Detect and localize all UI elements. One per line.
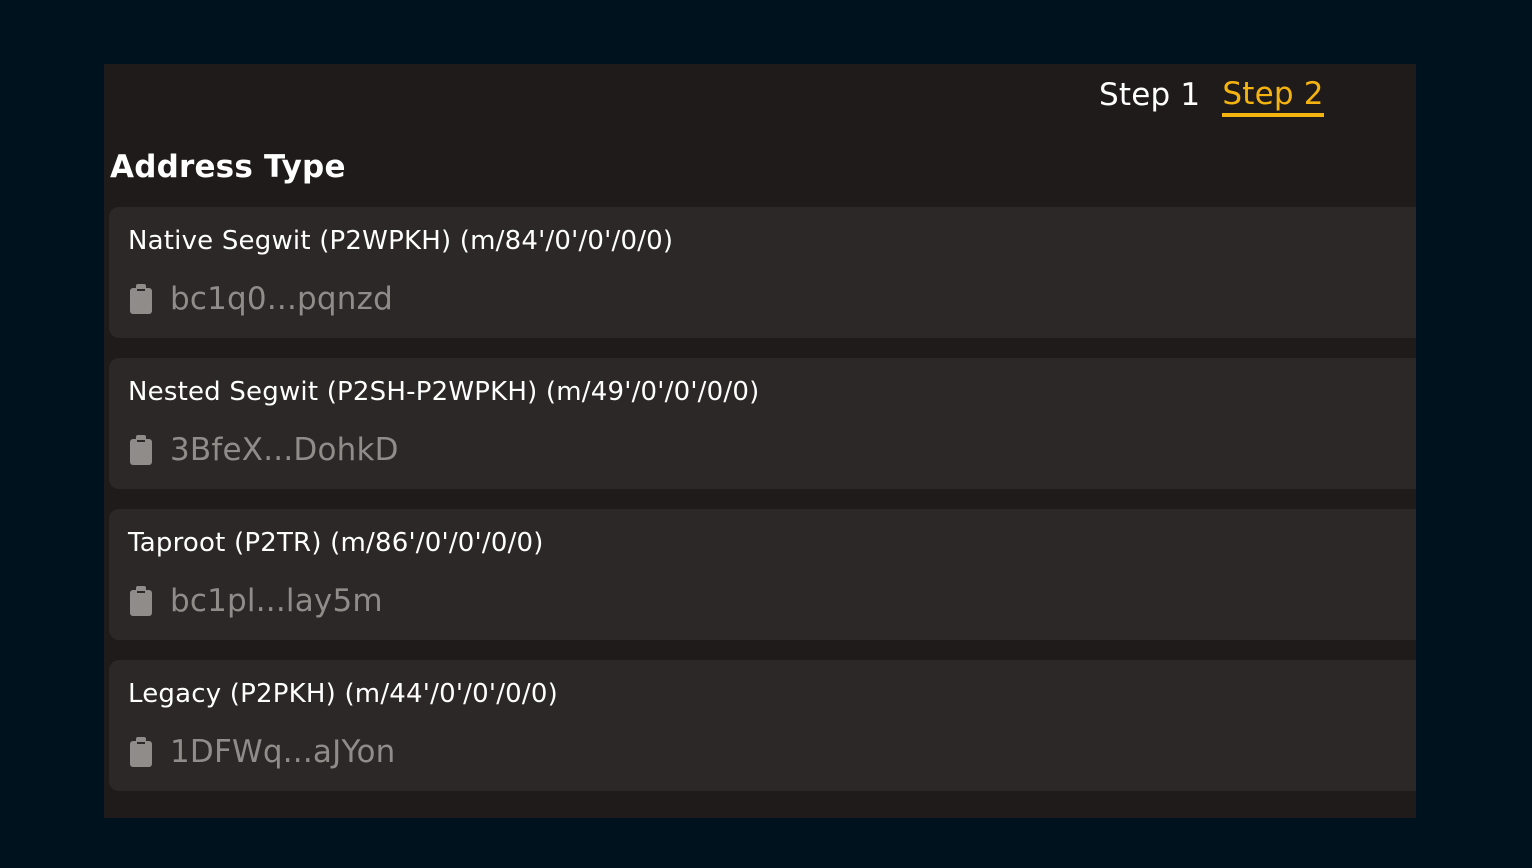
clipboard-icon[interactable]	[128, 585, 154, 617]
address-value: 3BfeX...DohkD	[170, 432, 399, 468]
clipboard-icon[interactable]	[128, 736, 154, 768]
step-tabs: Step 1 Step 2	[1099, 75, 1324, 117]
address-row: 1DFWq...aJYon	[128, 732, 396, 772]
address-type-card-legacy[interactable]: Legacy (P2PKH) (m/44'/0'/0'/0/0) 1DFWq..…	[109, 660, 1416, 791]
address-type-card-nested-segwit[interactable]: Nested Segwit (P2SH-P2WPKH) (m/49'/0'/0'…	[109, 358, 1416, 489]
address-type-card-native-segwit[interactable]: Native Segwit (P2WPKH) (m/84'/0'/0'/0/0)…	[109, 207, 1416, 338]
address-type-title: Legacy (P2PKH) (m/44'/0'/0'/0/0)	[128, 679, 558, 709]
tab-step-2[interactable]: Step 2	[1222, 75, 1324, 117]
address-type-title: Native Segwit (P2WPKH) (m/84'/0'/0'/0/0)	[128, 226, 674, 256]
address-row: bc1q0...pqnzd	[128, 279, 393, 319]
clipboard-icon[interactable]	[128, 434, 154, 466]
wallet-panel: Step 1 Step 2 Address Type Native Segwit…	[104, 64, 1416, 818]
clipboard-icon[interactable]	[128, 283, 154, 315]
address-row: bc1pl...lay5m	[128, 581, 383, 621]
section-title: Address Type	[110, 149, 346, 185]
address-type-title: Nested Segwit (P2SH-P2WPKH) (m/49'/0'/0'…	[128, 377, 760, 407]
address-value: bc1q0...pqnzd	[170, 281, 393, 317]
address-type-card-taproot[interactable]: Taproot (P2TR) (m/86'/0'/0'/0/0) bc1pl..…	[109, 509, 1416, 640]
address-value: bc1pl...lay5m	[170, 583, 383, 619]
tab-step-1[interactable]: Step 1	[1099, 75, 1200, 115]
address-type-list: Native Segwit (P2WPKH) (m/84'/0'/0'/0/0)…	[109, 207, 1416, 811]
address-row: 3BfeX...DohkD	[128, 430, 399, 470]
address-type-title: Taproot (P2TR) (m/86'/0'/0'/0/0)	[128, 528, 544, 558]
address-value: 1DFWq...aJYon	[170, 734, 396, 770]
